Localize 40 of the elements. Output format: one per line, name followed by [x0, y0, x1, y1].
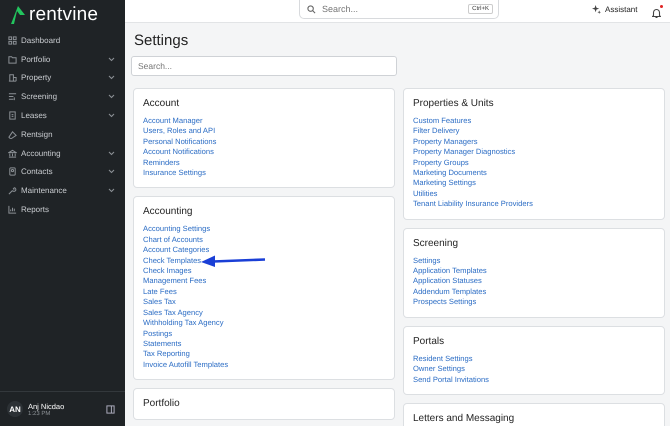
nav-icon	[8, 186, 17, 196]
sidebar-item[interactable]: Accounting	[0, 144, 125, 163]
brand-name: rentvine	[29, 5, 98, 25]
card-title: Screening	[413, 238, 460, 250]
nav-icon	[8, 130, 17, 139]
search-field[interactable]: Search...	[320, 3, 464, 15]
sidebar-item[interactable]: Maintenance	[0, 181, 125, 200]
card-title: Portfolio	[143, 398, 181, 410]
card-title: Account	[143, 98, 180, 110]
nav-icon	[8, 73, 17, 82]
sidebar-item[interactable]: Contacts	[0, 162, 125, 182]
page-title: Settings	[134, 32, 190, 50]
sidebar-item[interactable]: Screening	[0, 87, 125, 106]
assistant-button[interactable]: Assistant	[590, 4, 640, 15]
sidebar-toggle-icon[interactable]	[106, 404, 115, 414]
nav-icon	[8, 111, 17, 120]
sidebar-item[interactable]: Leases	[0, 106, 125, 125]
bell-icon	[652, 8, 661, 18]
sidebar-item[interactable]: Portfolio	[0, 50, 125, 69]
card-title: Properties & Units	[413, 98, 495, 110]
nav-icon	[8, 92, 17, 102]
sparkle-icon	[592, 5, 601, 14]
nav-icon	[8, 36, 17, 45]
arrow-annotation	[201, 255, 267, 267]
nav-icon	[8, 167, 17, 176]
search-icon	[307, 4, 316, 14]
leaf-logo-icon	[11, 6, 25, 24]
nav-icon	[8, 148, 17, 158]
card-title: Letters and Messaging	[413, 412, 516, 425]
notification-bell[interactable]	[652, 5, 663, 16]
nav-icon	[8, 205, 17, 214]
sidebar-item[interactable]: Property	[0, 68, 125, 88]
sidebar-item[interactable]: Dashboard	[0, 31, 125, 50]
settings-search-field[interactable]: Search...	[131, 56, 397, 76]
user-avatar: AN	[7, 401, 23, 417]
sidebar-item[interactable]: Reports	[0, 200, 125, 219]
card-title: Accounting	[143, 206, 194, 218]
card-title: Portals	[413, 336, 446, 348]
nav-icon	[8, 54, 17, 64]
sidebar-item[interactable]: Rentsign	[0, 124, 125, 144]
